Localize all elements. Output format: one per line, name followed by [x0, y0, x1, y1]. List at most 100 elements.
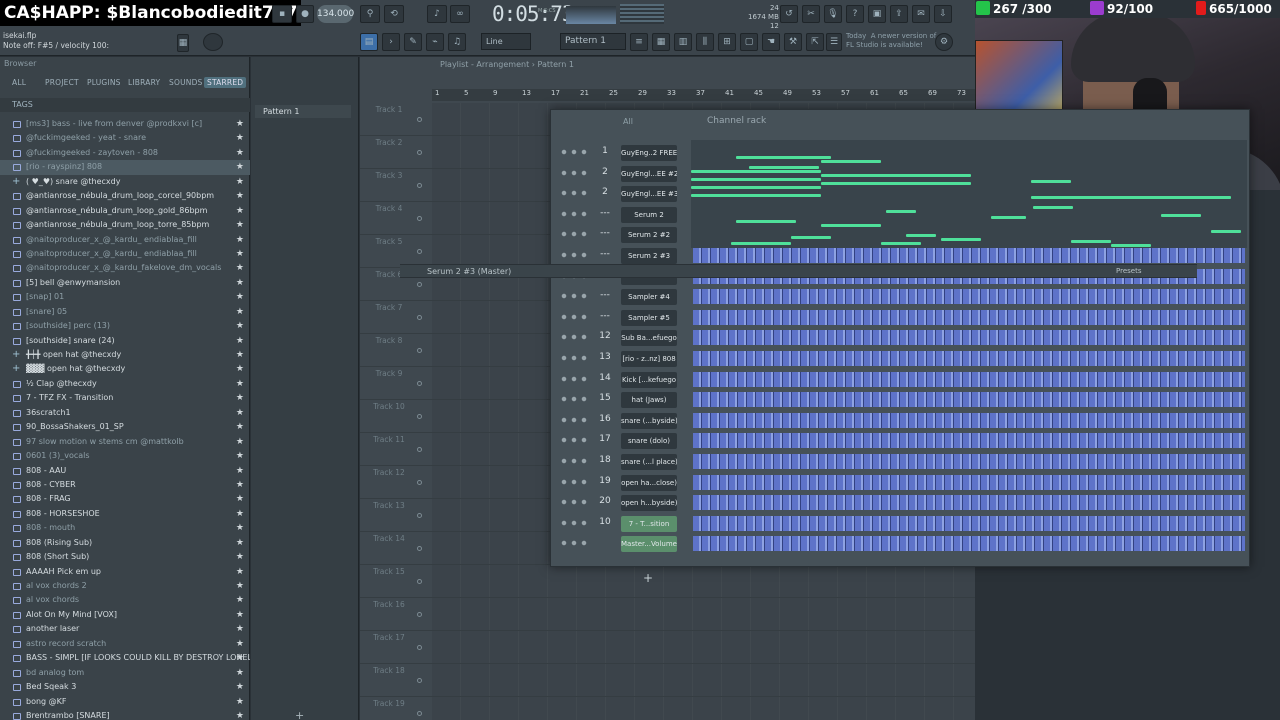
channel-name-button[interactable]: open ha...close) [621, 474, 677, 491]
link-icon[interactable]: ⌁ [426, 33, 444, 51]
channel-mute-leds[interactable] [559, 312, 589, 321]
browser-item[interactable]: + ╋┿╋ open hat @thecxdy ★ [0, 348, 250, 362]
channel-mixer-track[interactable]: --- [595, 249, 615, 259]
channel-name-button[interactable]: Master...Volume [621, 536, 677, 553]
browser-item[interactable]: @antianrose_nébula_drum_loop_corcel_90bp… [0, 189, 250, 203]
star-icon[interactable]: ★ [236, 175, 244, 189]
add-channel-icon[interactable]: + [643, 571, 653, 585]
channel-mute-leds[interactable] [559, 251, 589, 259]
channel-mute-leds[interactable] [559, 518, 589, 527]
star-icon[interactable]: ★ [236, 160, 244, 174]
step-sequencer[interactable] [693, 371, 1245, 387]
browser-item[interactable]: [ms3] bass - live from denver @prodkxvi … [0, 117, 250, 131]
channel-name-button[interactable]: Sub Ba...efuego [621, 330, 677, 347]
track-mute-led[interactable] [417, 315, 422, 320]
star-icon[interactable]: ★ [236, 189, 244, 203]
bell-icon[interactable]: ♫ [448, 33, 466, 51]
playlist-track[interactable]: Track 17 [360, 631, 975, 664]
star-icon[interactable]: ★ [236, 406, 244, 420]
browser-item[interactable]: bong @KF ★ [0, 695, 250, 709]
channel-row[interactable]: 17 snare (dolo) [551, 431, 1251, 450]
browser-item[interactable]: @antianrose_nébula_drum_loop_torre_85bpm… [0, 218, 250, 232]
channel-mixer-track[interactable]: --- [595, 311, 615, 321]
browser-item[interactable]: 36scratch1 ★ [0, 406, 250, 420]
browser-item[interactable]: 808 - CYBER ★ [0, 478, 250, 492]
pattern-song-toggle[interactable]: ▪ [272, 5, 292, 23]
piano-roll-tool-icon[interactable]: ▤ [360, 33, 378, 51]
mic-icon[interactable]: 🎙 [824, 5, 842, 23]
star-icon[interactable]: ★ [236, 550, 244, 564]
channel-mute-leds[interactable] [559, 539, 589, 548]
channel-row[interactable]: 19 open ha...close) [551, 473, 1251, 492]
browser-item[interactable]: [snap] 01 ★ [0, 290, 250, 304]
browser-item[interactable]: Brentrambo [SNARE] ★ [0, 709, 250, 720]
presets-button[interactable]: Presets [1116, 267, 1141, 275]
track-mute-led[interactable] [417, 678, 422, 683]
channel-mute-leds[interactable] [559, 189, 589, 198]
loop-icon[interactable]: ∞ [450, 5, 470, 23]
tab-library[interactable]: LIBRARY [128, 78, 160, 87]
step-sequencer[interactable] [693, 330, 1245, 346]
step-sequencer[interactable] [693, 515, 1245, 531]
channel-name-button[interactable]: Kick [...kefuego [621, 371, 677, 388]
playlist-ruler[interactable]: 1 5 9 13 17 21 25 29 33 37 41 45 49 53 57 61 65 69 73 [432, 89, 975, 101]
star-icon[interactable]: ★ [236, 276, 244, 290]
browser-item[interactable]: bd analog tom ★ [0, 666, 250, 680]
channel-name-button[interactable]: Sampler #5 [621, 309, 677, 326]
channel-row[interactable]: --- Serum 2 [551, 205, 1251, 224]
channel-row[interactable]: 2 GuyEngl...EE #2 [551, 164, 1251, 183]
track-mute-led[interactable] [417, 249, 422, 254]
channel-mixer-track[interactable]: 19 [595, 476, 615, 486]
browser-item[interactable]: 97 slow motion w stems cm @mattkolb ★ [0, 435, 250, 449]
update-news[interactable]: Today A newer version of FL Studio is av… [846, 32, 936, 50]
channel-name-button[interactable]: 7 - T...sition [621, 515, 677, 532]
channel-mute-leds[interactable] [559, 477, 589, 486]
browser-item[interactable]: 0601 (3)_vocals ★ [0, 449, 250, 463]
star-icon[interactable]: ★ [236, 536, 244, 550]
channel-name-button[interactable]: hat (Jaws) [621, 392, 677, 409]
browser-item[interactable]: @naitoproducer_x_@_kardu_ endiablaa_fill… [0, 247, 250, 261]
metronome-icon[interactable]: ⚲ [360, 5, 380, 23]
undo-icon[interactable]: ↺ [780, 5, 798, 23]
channel-mixer-track[interactable]: 16 [595, 414, 615, 424]
channel-row[interactable]: 1 GuyEng..2 FREE [551, 143, 1251, 162]
playlist-track[interactable]: Track 19 [360, 697, 975, 720]
step-sequencer[interactable] [693, 536, 1245, 552]
track-mute-led[interactable] [417, 447, 422, 452]
master-volume-knob[interactable] [203, 33, 223, 51]
star-icon[interactable]: ★ [236, 435, 244, 449]
channel-row[interactable]: --- Serum 2 #2 [551, 225, 1251, 244]
star-icon[interactable]: ★ [236, 131, 244, 145]
tab-all[interactable]: ALL [12, 78, 26, 87]
channel-mixer-track[interactable]: 2 [595, 167, 615, 177]
star-icon[interactable]: ★ [236, 680, 244, 694]
mixer-icon[interactable]: ⫼ [696, 33, 714, 51]
tab-starred[interactable]: STARRED [204, 77, 247, 88]
channel-mute-leds[interactable] [559, 457, 589, 465]
channel-mute-leds[interactable] [559, 230, 589, 239]
browser-item[interactable]: BASS - SIMPL [IF LOOKS COULD KILL BY DES… [0, 651, 250, 665]
star-icon[interactable]: ★ [236, 521, 244, 535]
star-icon[interactable]: ★ [236, 348, 244, 362]
star-icon[interactable]: ★ [236, 579, 244, 593]
step-sequencer[interactable] [693, 495, 1245, 511]
star-icon[interactable]: ★ [236, 478, 244, 492]
channel-row[interactable]: --- Sampler #5 [551, 308, 1251, 327]
track-mute-led[interactable] [417, 414, 422, 419]
track-mute-led[interactable] [417, 381, 422, 386]
channel-name-button[interactable]: snare (dolo) [621, 433, 677, 450]
track-mute-led[interactable] [417, 150, 422, 155]
browser-icon[interactable]: ⊞ [718, 33, 736, 51]
channel-row[interactable]: 12 Sub Ba...efuego [551, 328, 1251, 347]
star-icon[interactable]: ★ [236, 261, 244, 275]
chat-icon[interactable]: ✉ [912, 5, 930, 23]
playlist-track[interactable]: Track 15 [360, 565, 975, 598]
channel-mixer-track[interactable]: 12 [595, 331, 615, 341]
channel-row[interactable]: --- Sampler #4 [551, 287, 1251, 306]
browser-item[interactable]: another laser ★ [0, 622, 250, 636]
star-icon[interactable]: ★ [236, 695, 244, 709]
track-mute-led[interactable] [417, 480, 422, 485]
channel-mixer-track[interactable]: 13 [595, 352, 615, 362]
channel-mixer-track[interactable]: 20 [595, 496, 615, 506]
browser-item[interactable]: 808 - HORSESHOE ★ [0, 507, 250, 521]
